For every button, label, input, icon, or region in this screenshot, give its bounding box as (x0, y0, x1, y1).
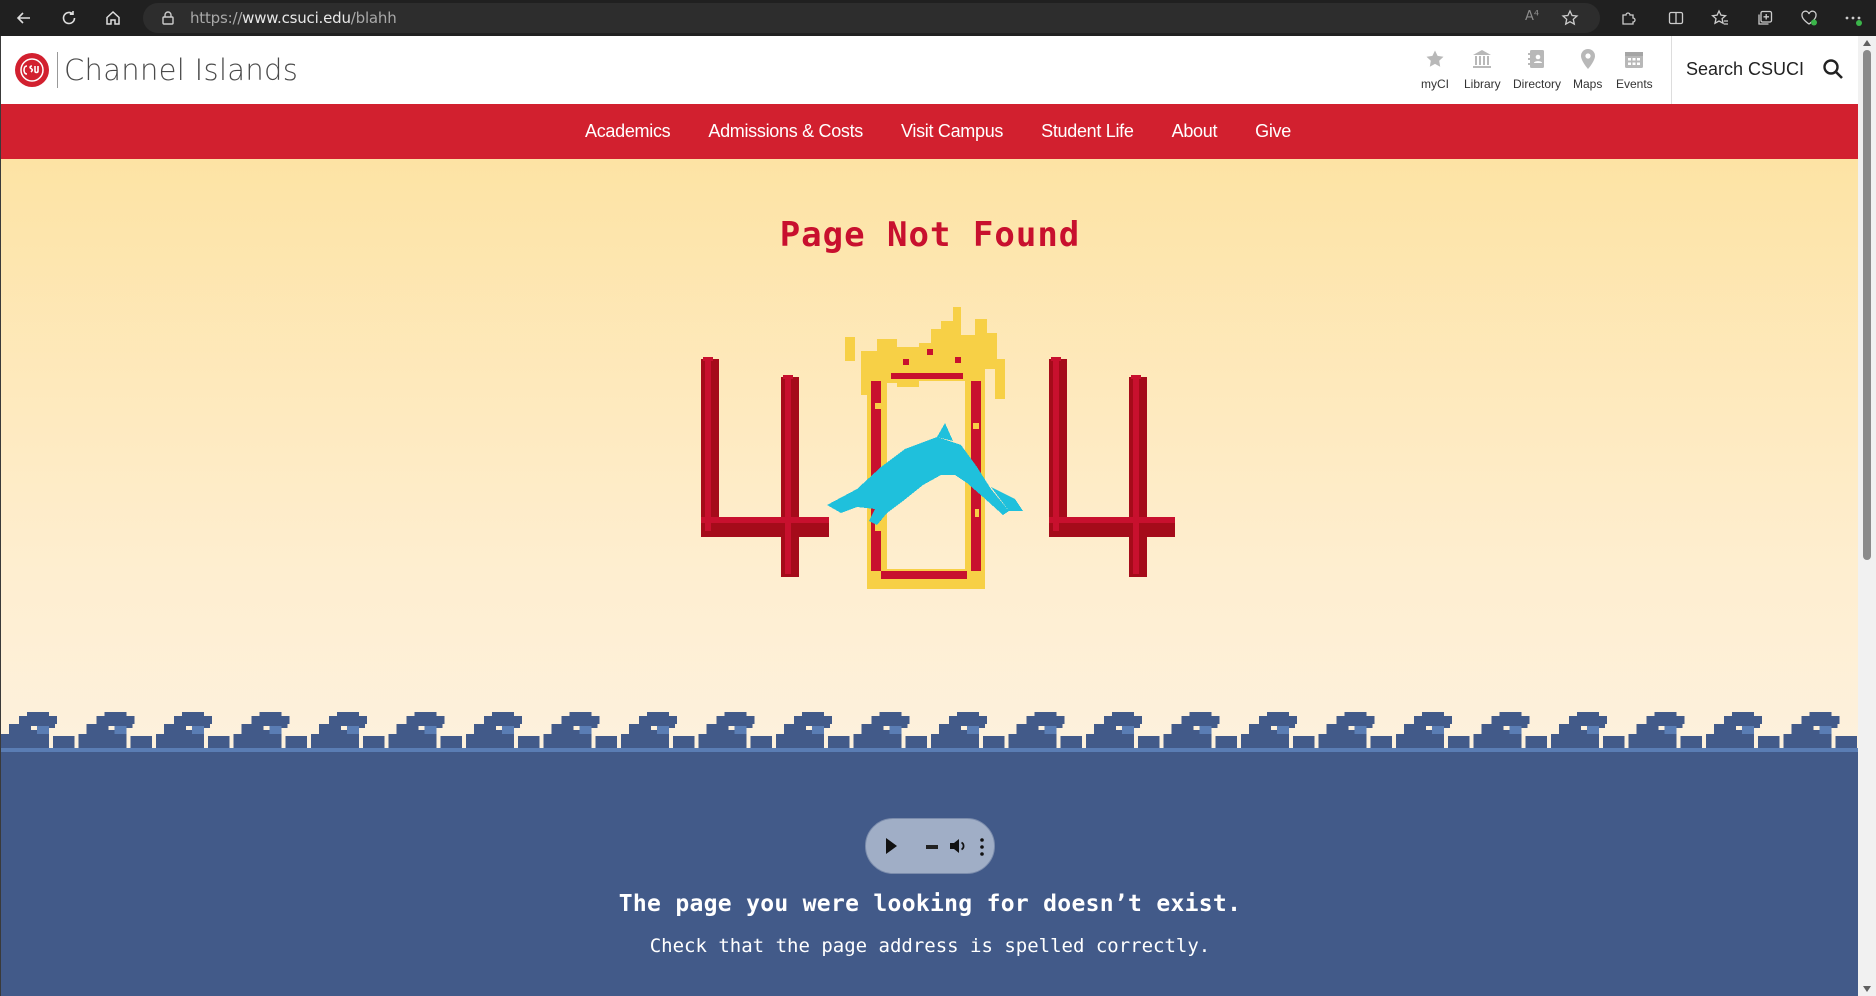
nav-item-give[interactable]: Give (1255, 121, 1291, 142)
address-bar[interactable]: https://www.csuci.edu/blahh A⁴ (143, 3, 1600, 33)
main-nav: Academics Admissions & Costs Visit Campu… (1, 104, 1858, 159)
scroll-down-arrow[interactable] (1863, 986, 1871, 992)
page-title: Page Not Found (779, 215, 1081, 255)
back-button[interactable] (10, 4, 38, 32)
utility-link-events[interactable]: Events (1616, 48, 1653, 91)
scroll-thumb[interactable] (1863, 50, 1871, 560)
utility-link-label: Events (1616, 77, 1653, 91)
favorite-star-icon[interactable] (1561, 9, 1579, 27)
favorites-icon (1711, 9, 1728, 25)
collections-icon (1758, 10, 1773, 25)
more-options-icon[interactable] (980, 837, 984, 857)
browser-toolbar: https://www.csuci.edu/blahh A⁴ (0, 0, 1876, 36)
directory-icon (1528, 50, 1544, 68)
browser-essentials-button[interactable] (1793, 4, 1825, 32)
read-aloud-button[interactable]: A⁴ (1525, 9, 1539, 24)
utility-link-label: Library (1464, 77, 1501, 91)
utility-link-label: Directory (1513, 77, 1562, 91)
digit-four-left (701, 357, 829, 577)
lock-icon (162, 11, 174, 25)
dolphin (827, 423, 1023, 525)
csu-seal-icon (15, 53, 49, 87)
favorites-button[interactable] (1704, 4, 1736, 32)
utility-link-maps[interactable]: Maps (1573, 48, 1602, 91)
url-path: /blahh (350, 9, 397, 27)
refresh-button[interactable] (55, 4, 83, 32)
scroll-up-arrow[interactable] (1863, 40, 1871, 46)
puzzle-icon (1622, 12, 1636, 25)
nav-item-academics[interactable]: Academics (585, 121, 671, 142)
site-header: Channel Islands myCI Library Directory M… (1, 36, 1858, 104)
heart-pulse-icon (1801, 10, 1817, 26)
nav-item-admissions-costs[interactable]: Admissions & Costs (708, 121, 863, 142)
play-icon[interactable] (886, 838, 897, 854)
ocean-footer: The page you were looking for doesn’t ex… (1, 758, 1858, 996)
utility-link-mycI[interactable]: myCI (1421, 48, 1449, 91)
logo-divider (57, 52, 58, 88)
audio-progress[interactable] (926, 845, 938, 849)
split-screen-button[interactable] (1660, 4, 1692, 32)
settings-menu-button[interactable] (1838, 4, 1868, 32)
url-host: www.csuci.edu (242, 9, 351, 27)
site-search[interactable]: Search CSUCI (1671, 36, 1858, 104)
back-arrow-icon (16, 12, 30, 24)
error-hero: Page Not Found (1, 159, 1858, 749)
audio-player[interactable] (865, 818, 995, 874)
digit-four-right (1049, 357, 1175, 577)
search-label: Search CSUCI (1686, 59, 1805, 79)
map-pin-icon (1580, 49, 1595, 69)
search-icon[interactable] (1822, 58, 1844, 80)
utility-link-label: myCI (1421, 77, 1449, 91)
error-404-graphic (701, 307, 1175, 589)
url-scheme: https:// (190, 9, 243, 27)
library-icon (1473, 50, 1492, 68)
pixel-waves (1, 708, 1858, 758)
url-text: https://www.csuci.edu/blahh (190, 9, 397, 27)
nav-item-about[interactable]: About (1172, 121, 1218, 142)
refresh-icon (62, 11, 76, 25)
split-screen-icon (1668, 11, 1684, 25)
site-logo[interactable]: Channel Islands (15, 52, 298, 88)
more-dots-icon (1845, 16, 1862, 26)
utility-link-label: Maps (1573, 77, 1603, 91)
utility-link-directory[interactable]: Directory (1513, 48, 1561, 91)
utility-link-library[interactable]: Library (1464, 48, 1501, 91)
nav-item-visit-campus[interactable]: Visit Campus (901, 121, 1003, 142)
volume-icon[interactable] (948, 836, 968, 856)
star-icon (1426, 50, 1444, 67)
nav-item-student-life[interactable]: Student Life (1041, 121, 1134, 142)
extensions-button[interactable] (1612, 4, 1644, 32)
error-hint: Check that the page address is spelled c… (649, 935, 1211, 957)
page-scrollbar[interactable] (1858, 36, 1876, 996)
page-viewport: Channel Islands myCI Library Directory M… (0, 36, 1858, 996)
error-message: The page you were looking for doesn’t ex… (618, 891, 1242, 917)
home-icon (106, 10, 120, 25)
collections-button[interactable] (1749, 4, 1781, 32)
calendar-icon (1625, 52, 1644, 68)
site-name: Channel Islands (64, 53, 299, 87)
home-button[interactable] (99, 4, 127, 32)
